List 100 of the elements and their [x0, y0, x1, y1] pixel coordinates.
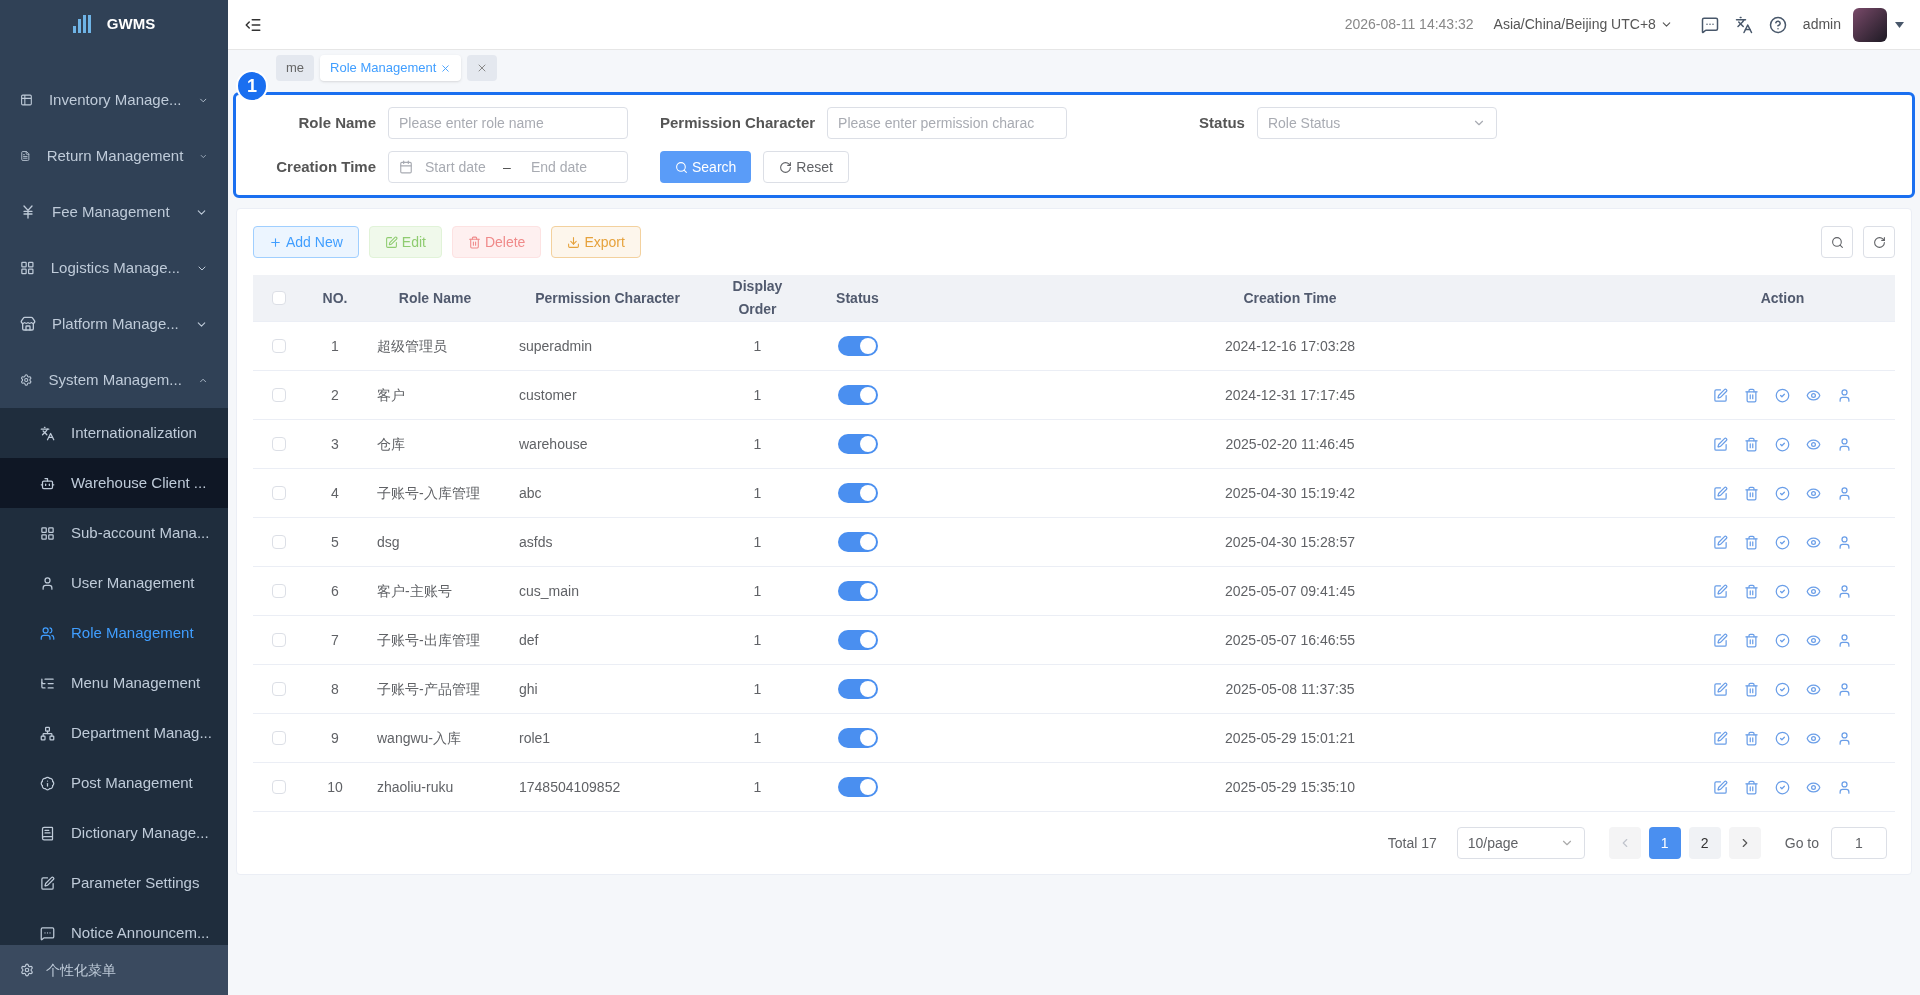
- status-switch[interactable]: [837, 532, 878, 552]
- message-icon[interactable]: [1700, 15, 1719, 34]
- delete-icon[interactable]: [1744, 436, 1759, 452]
- user-icon[interactable]: [1837, 387, 1852, 403]
- page-size-select[interactable]: 10/page: [1456, 827, 1585, 859]
- view-icon[interactable]: [1806, 436, 1821, 452]
- check-circle-icon[interactable]: [1775, 730, 1790, 746]
- view-icon[interactable]: [1806, 387, 1821, 403]
- delete-icon[interactable]: [1744, 583, 1759, 599]
- edit-icon[interactable]: [1713, 730, 1728, 746]
- check-circle-icon[interactable]: [1775, 779, 1790, 795]
- date-range-input[interactable]: Start date – End date: [388, 151, 628, 183]
- submenu-item[interactable]: Notice Announcem...: [0, 908, 228, 945]
- row-checkbox[interactable]: [272, 731, 286, 745]
- delete-icon[interactable]: [1744, 779, 1759, 795]
- edit-icon[interactable]: [1713, 485, 1728, 501]
- delete-icon[interactable]: [1744, 485, 1759, 501]
- status-switch[interactable]: [837, 336, 878, 356]
- row-checkbox[interactable]: [272, 682, 286, 696]
- text-input[interactable]: Please enter permission charac: [827, 107, 1068, 139]
- status-switch[interactable]: [837, 777, 878, 797]
- menu-item[interactable]: System Managem...: [0, 352, 228, 408]
- page-tab[interactable]: me: [276, 55, 315, 81]
- submenu-item[interactable]: User Management: [0, 558, 228, 608]
- delete-icon[interactable]: [1744, 387, 1759, 403]
- edit-icon[interactable]: [1713, 387, 1728, 403]
- delete-icon[interactable]: [1744, 534, 1759, 550]
- edit-icon[interactable]: [1713, 632, 1728, 648]
- submenu-item[interactable]: Parameter Settings: [0, 858, 228, 908]
- delete-icon[interactable]: [1744, 632, 1759, 648]
- row-checkbox[interactable]: [272, 388, 286, 402]
- view-icon[interactable]: [1806, 632, 1821, 648]
- row-checkbox[interactable]: [272, 633, 286, 647]
- submenu-item[interactable]: Role Management: [0, 608, 228, 658]
- submenu-item[interactable]: Warehouse Client ...: [0, 458, 228, 508]
- custom-menu-button[interactable]: 个性化菜单: [0, 945, 228, 995]
- page-button[interactable]: 1: [1648, 827, 1681, 859]
- row-checkbox[interactable]: [272, 780, 286, 794]
- reset-button[interactable]: Reset: [763, 151, 849, 183]
- edit-icon[interactable]: [1713, 681, 1728, 697]
- submenu-item[interactable]: Dictionary Manage...: [0, 808, 228, 858]
- edit-icon[interactable]: [1713, 583, 1728, 599]
- edit-icon[interactable]: [1713, 534, 1728, 550]
- next-page-button[interactable]: [1728, 827, 1761, 859]
- user-icon[interactable]: [1837, 583, 1852, 599]
- menu-item[interactable]: Fee Management: [0, 184, 228, 240]
- delete-icon[interactable]: [1744, 730, 1759, 746]
- check-circle-icon[interactable]: [1775, 632, 1790, 648]
- user-icon[interactable]: [1837, 534, 1852, 550]
- user-icon[interactable]: [1837, 436, 1852, 452]
- user-icon[interactable]: [1837, 730, 1852, 746]
- row-checkbox[interactable]: [272, 486, 286, 500]
- menu-item[interactable]: Platform Manage...: [0, 296, 228, 352]
- view-icon[interactable]: [1806, 583, 1821, 599]
- delete-icon[interactable]: [1744, 681, 1759, 697]
- timezone-select[interactable]: Asia/China/Beijing UTC+8: [1493, 14, 1673, 35]
- help-icon[interactable]: [1768, 15, 1787, 34]
- check-circle-icon[interactable]: [1775, 681, 1790, 697]
- refresh-button[interactable]: [1863, 226, 1895, 258]
- menu-item[interactable]: Logistics Manage...: [0, 240, 228, 296]
- user-icon[interactable]: [1837, 632, 1852, 648]
- view-icon[interactable]: [1806, 681, 1821, 697]
- status-switch[interactable]: [837, 434, 878, 454]
- edit-icon[interactable]: [1713, 436, 1728, 452]
- check-circle-icon[interactable]: [1775, 534, 1790, 550]
- user-icon[interactable]: [1837, 681, 1852, 697]
- row-checkbox[interactable]: [272, 535, 286, 549]
- user-icon[interactable]: [1837, 779, 1852, 795]
- view-icon[interactable]: [1806, 485, 1821, 501]
- row-checkbox[interactable]: [272, 339, 286, 353]
- view-icon[interactable]: [1806, 534, 1821, 550]
- caret-icon[interactable]: [1895, 21, 1904, 28]
- select-all-checkbox[interactable]: [272, 291, 286, 305]
- submenu-item[interactable]: Menu Management: [0, 658, 228, 708]
- check-circle-icon[interactable]: [1775, 583, 1790, 599]
- goto-page-input[interactable]: 1: [1831, 827, 1887, 859]
- view-icon[interactable]: [1806, 730, 1821, 746]
- status-switch[interactable]: [837, 728, 878, 748]
- text-input[interactable]: Please enter role name: [388, 107, 628, 139]
- page-button[interactable]: 2: [1688, 827, 1721, 859]
- view-icon[interactable]: [1806, 779, 1821, 795]
- submenu-item[interactable]: Internationalization: [0, 408, 228, 458]
- translate-icon[interactable]: [1734, 15, 1753, 34]
- search-toggle-button[interactable]: [1821, 226, 1853, 258]
- avatar[interactable]: [1853, 7, 1887, 42]
- status-switch[interactable]: [837, 630, 878, 650]
- submenu-item[interactable]: Sub-account Mana...: [0, 508, 228, 558]
- row-checkbox[interactable]: [272, 584, 286, 598]
- menu-item[interactable]: Return Management: [0, 128, 228, 184]
- check-circle-icon[interactable]: [1775, 387, 1790, 403]
- row-checkbox[interactable]: [272, 437, 286, 451]
- submenu-item[interactable]: Post Management: [0, 758, 228, 808]
- close-icon[interactable]: [440, 62, 452, 74]
- submenu-item[interactable]: Department Manag...: [0, 708, 228, 758]
- status-switch[interactable]: [837, 385, 878, 405]
- check-circle-icon[interactable]: [1775, 485, 1790, 501]
- menu-item[interactable]: Inventory Manage...: [0, 72, 228, 128]
- status-switch[interactable]: [837, 581, 878, 601]
- status-switch[interactable]: [837, 679, 878, 699]
- user-icon[interactable]: [1837, 485, 1852, 501]
